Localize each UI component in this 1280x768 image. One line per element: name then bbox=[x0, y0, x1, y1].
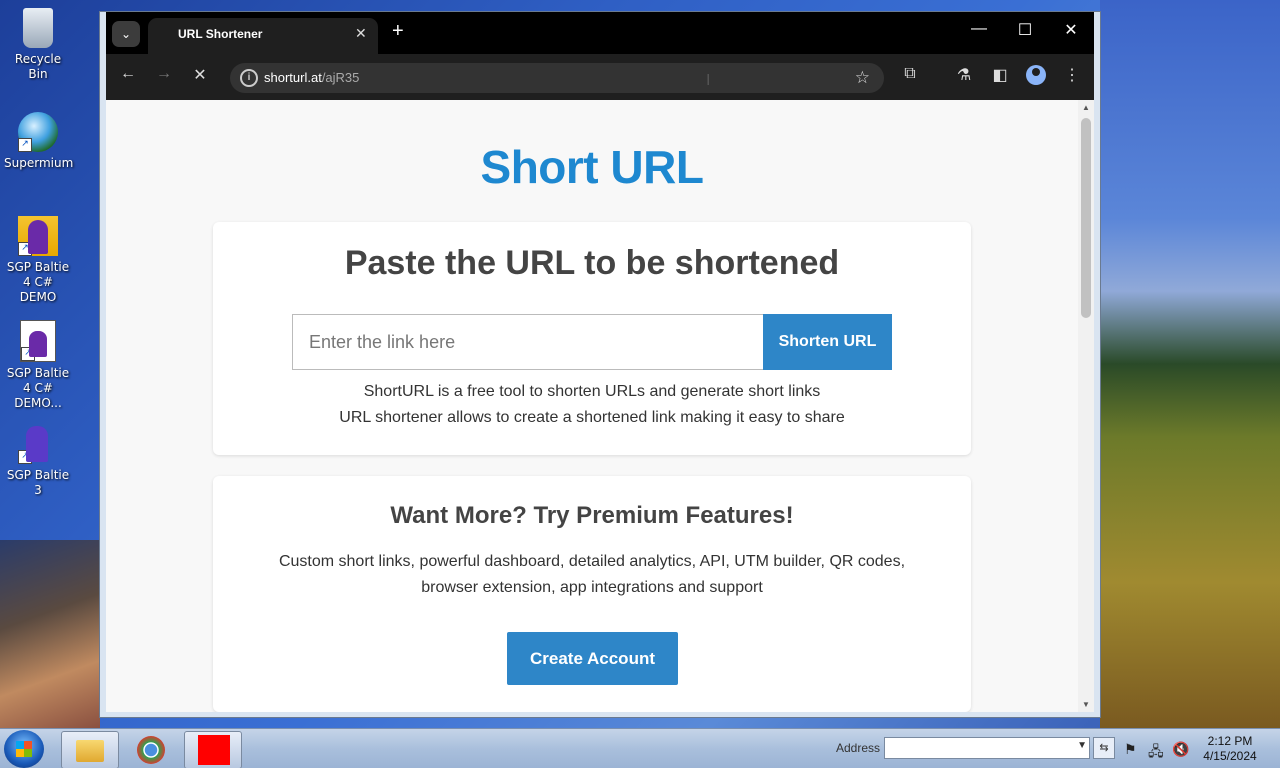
supermium-icon: ↗ bbox=[18, 112, 58, 152]
create-account-button[interactable]: Create Account bbox=[507, 632, 678, 685]
desktop-icon-label: SGP Baltie 4 C# DEMO... bbox=[6, 366, 70, 410]
tab-search-button[interactable]: ⌄ bbox=[112, 21, 140, 47]
shorten-url-button[interactable]: Shorten URL bbox=[763, 314, 892, 370]
taskbar-browser-icon[interactable] bbox=[122, 731, 180, 768]
baltie-wizard-icon: ↗ bbox=[18, 216, 58, 256]
url-text: shorturl.at/ajR35 bbox=[264, 70, 359, 85]
desktop-icon-label: Recycle Bin bbox=[14, 52, 62, 81]
minimize-button[interactable]: — bbox=[964, 20, 994, 38]
page-scrollbar[interactable]: ▲ ▼ bbox=[1078, 100, 1094, 712]
address-go-button[interactable]: ⇆ bbox=[1093, 737, 1115, 759]
desktop-icon-label: SGP Baltie 4 C# DEMO bbox=[6, 260, 70, 304]
taskbar-explorer-icon[interactable] bbox=[61, 731, 119, 768]
go-arrows-icon: ⇆ bbox=[1099, 742, 1109, 754]
tab-close-icon[interactable]: ✕ bbox=[355, 25, 367, 42]
site-info-icon[interactable]: i bbox=[240, 69, 258, 87]
url-path: /ajR35 bbox=[321, 70, 360, 85]
shorten-card: Paste the URL to be shortened Shorten UR… bbox=[213, 222, 971, 455]
clock-date: 4/15/2024 bbox=[1203, 749, 1257, 763]
new-tab-button[interactable]: + bbox=[392, 20, 404, 43]
premium-card: Want More? Try Premium Features! Custom … bbox=[213, 476, 971, 712]
desktop-icon-label: Supermium bbox=[4, 156, 74, 170]
scroll-thumb[interactable] bbox=[1081, 118, 1091, 318]
url-input[interactable] bbox=[292, 314, 764, 370]
back-button[interactable]: ← bbox=[116, 65, 140, 83]
shortcut-arrow-icon: ↗ bbox=[21, 347, 35, 361]
forward-button[interactable]: → bbox=[152, 65, 176, 83]
extensions-icon[interactable]: ⧉ bbox=[898, 65, 922, 83]
tab-url-shortener[interactable]: URL Shortener ✕ bbox=[148, 18, 378, 54]
side-panel-icon[interactable]: ◧ bbox=[988, 65, 1012, 85]
desktop-icon-baltie3[interactable]: ↗ SGP Baltie 3 bbox=[4, 424, 72, 498]
baltie-doc-icon: ↗ bbox=[20, 320, 56, 362]
chevron-down-icon: ⌄ bbox=[120, 27, 132, 41]
clock-time: 2:12 PM bbox=[1207, 734, 1253, 748]
labs-icon[interactable]: ⚗ bbox=[952, 65, 976, 85]
taskbar: Address ▼ ⇆ ⚑ 🖧 🔇 2:12 PM 4/15/2024 bbox=[0, 728, 1280, 768]
bookmark-star-icon[interactable]: ☆ bbox=[855, 68, 870, 88]
desktop-icon-recycle-bin[interactable]: Recycle Bin bbox=[4, 8, 72, 82]
scroll-down-arrow-icon[interactable]: ▼ bbox=[1082, 700, 1090, 709]
scroll-up-arrow-icon[interactable]: ▲ bbox=[1082, 103, 1090, 112]
tab-title: URL Shortener bbox=[178, 27, 263, 41]
desktop-icon-baltie4[interactable]: ↗ SGP Baltie 4 C# DEMO bbox=[4, 216, 72, 305]
url-host: shorturl.at bbox=[264, 70, 322, 85]
close-window-button[interactable]: ✕ bbox=[1056, 20, 1086, 40]
shortcut-arrow-icon: ↗ bbox=[18, 138, 32, 152]
shortcut-arrow-icon: ↗ bbox=[18, 242, 32, 256]
desktop-wallpaper-photo bbox=[1100, 0, 1280, 728]
baltie3-wizard-icon: ↗ bbox=[18, 424, 58, 464]
desktop-icon-supermium[interactable]: ↗ Supermium bbox=[4, 112, 74, 171]
page-viewport: Short URL Paste the URL to be shortened … bbox=[106, 100, 1094, 712]
stop-loading-button[interactable]: ✕ bbox=[188, 65, 212, 85]
start-button[interactable] bbox=[4, 730, 44, 768]
maximize-button[interactable]: ☐ bbox=[1010, 20, 1040, 40]
recycle-bin-icon bbox=[23, 8, 53, 48]
desktop-icon-baltie4-doc[interactable]: ↗ SGP Baltie 4 C# DEMO... bbox=[4, 320, 72, 411]
desktop-wallpaper-rock bbox=[0, 540, 100, 728]
address-toolbar-label: Address bbox=[836, 741, 881, 755]
page-title: Short URL bbox=[480, 141, 704, 193]
tab-strip: ⌄ URL Shortener ✕ + — ☐ ✕ bbox=[106, 12, 1094, 54]
network-icon[interactable]: 🖧 bbox=[1148, 741, 1164, 765]
shorten-description: ShortURL is a free tool to shorten URLs … bbox=[213, 379, 971, 431]
description-line-1: ShortURL is a free tool to shorten URLs … bbox=[363, 383, 821, 400]
premium-heading: Want More? Try Premium Features! bbox=[390, 502, 794, 529]
address-toolbar-input[interactable]: ▼ bbox=[884, 737, 1090, 759]
menu-icon[interactable]: ⋮ bbox=[1060, 65, 1084, 85]
shortcut-arrow-icon: ↗ bbox=[18, 450, 32, 464]
action-center-flag-icon[interactable]: ⚑ bbox=[1124, 741, 1137, 758]
desktop-icon-label: SGP Baltie 3 bbox=[6, 468, 70, 497]
browser-window: ⌄ URL Shortener ✕ + — ☐ ✕ ← → ✕ i shortu… bbox=[99, 11, 1101, 718]
shorten-heading: Paste the URL to be shortened bbox=[344, 244, 840, 282]
dropdown-arrow-icon[interactable]: ▼ bbox=[1077, 740, 1087, 751]
browser-chrome: ⌄ URL Shortener ✕ + — ☐ ✕ ← → ✕ i shortu… bbox=[106, 12, 1094, 100]
address-bar[interactable]: i shorturl.at/ajR35 ☆ bbox=[230, 63, 884, 93]
taskbar-red-app-icon[interactable] bbox=[184, 731, 242, 768]
premium-description: Custom short links, powerful dashboard, … bbox=[278, 553, 906, 596]
volume-muted-icon[interactable]: 🔇 bbox=[1172, 741, 1189, 758]
text-cursor-icon: I bbox=[706, 72, 711, 89]
system-clock[interactable]: 2:12 PM 4/15/2024 bbox=[1196, 734, 1264, 764]
description-line-2: URL shortener allows to create a shorten… bbox=[339, 409, 845, 426]
profile-avatar-icon[interactable] bbox=[1026, 65, 1046, 85]
